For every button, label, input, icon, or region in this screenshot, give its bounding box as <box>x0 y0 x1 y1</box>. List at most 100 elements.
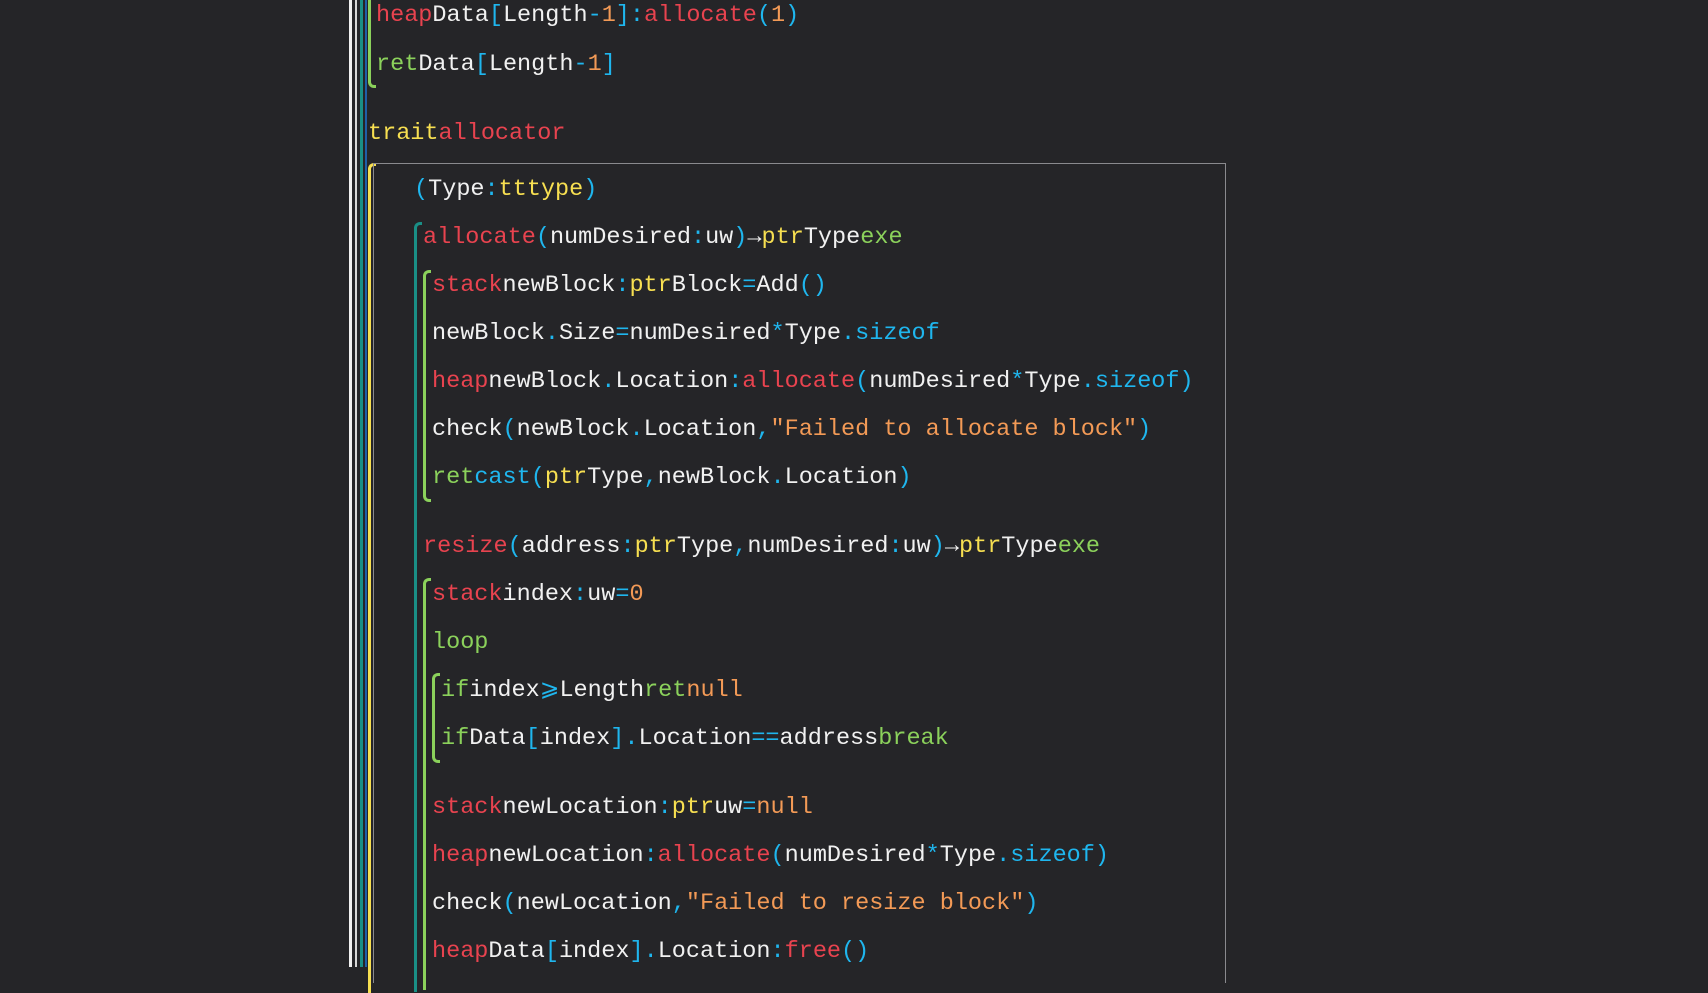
code-line[interactable]: newBlock.Size=numDesired*Type.sizeof <box>432 319 940 349</box>
code-token: : <box>629 2 645 29</box>
code-token: Block <box>671 272 743 299</box>
code-token: ret <box>432 464 475 491</box>
code-line[interactable]: ifData[index].Location==addressbreak <box>441 724 949 754</box>
code-token: allocate <box>644 2 757 29</box>
code-token: numDesired <box>629 320 771 347</box>
code-token: numDesired <box>549 224 691 251</box>
block-bracket-top <box>368 0 376 88</box>
code-line[interactable]: heapnewBlock.Location:allocate(numDesire… <box>432 367 1194 397</box>
code-token: Location <box>784 464 898 491</box>
code-token: Type <box>939 842 997 869</box>
code-editor[interactable]: heapData[Length-1]:allocate(1) retData[L… <box>0 0 1708 993</box>
code-token: 1 <box>770 2 786 29</box>
code-token: ( <box>535 224 550 251</box>
code-token: , <box>643 464 658 491</box>
code-token: : <box>728 368 743 395</box>
code-token: uw <box>587 581 616 608</box>
code-token: uw <box>714 794 743 821</box>
code-token: → <box>944 533 959 560</box>
code-token: [ <box>474 51 489 78</box>
code-token: uw <box>705 224 734 251</box>
code-line[interactable]: retcast(ptrType,newBlock.Location) <box>432 463 912 493</box>
code-token: ] <box>615 2 630 29</box>
code-token: numDesired <box>784 842 926 869</box>
code-line[interactable]: stacknewBlock:ptrBlock=Add() <box>432 271 827 301</box>
code-token: ) <box>897 464 912 491</box>
code-line[interactable]: heapData[Length-1]:allocate(1) <box>376 1 799 31</box>
code-token: ret <box>644 677 687 704</box>
code-line[interactable]: stacknewLocation:ptruw=null <box>432 793 813 823</box>
code-token: : <box>657 794 672 821</box>
code-token: ptr <box>958 533 1002 560</box>
code-line[interactable]: resize(address:ptrType,numDesired:uw)→pt… <box>423 532 1100 562</box>
code-token: index <box>502 581 574 608</box>
code-token: tttype <box>498 176 584 203</box>
code-token: null <box>756 794 813 821</box>
code-token: : <box>484 176 499 203</box>
code-token: ( <box>502 416 517 443</box>
code-token: ] <box>610 725 625 752</box>
code-token: newBlock <box>432 320 545 347</box>
code-token: allocate <box>742 368 856 395</box>
code-token: .sizeof <box>841 320 940 347</box>
code-line[interactable]: traitallocator <box>368 119 565 149</box>
code-token: Location <box>638 725 752 752</box>
code-token: . <box>624 725 639 752</box>
code-line[interactable]: stackindex:uw=0 <box>432 580 644 610</box>
code-token: , <box>671 890 686 917</box>
code-line[interactable]: heapData[index].Location:free() <box>432 937 869 967</box>
code-token: . <box>643 938 658 965</box>
code-line[interactable]: allocate(numDesired:uw)→ptrTypeexe <box>423 223 903 253</box>
code-token: index <box>558 938 630 965</box>
code-token: ) <box>785 2 800 29</box>
code-token: ] <box>629 938 644 965</box>
code-token: Data <box>418 51 475 78</box>
code-token: check <box>432 890 503 917</box>
code-token: loop <box>432 629 489 656</box>
code-token: * <box>925 842 940 869</box>
code-token: : <box>615 272 630 299</box>
code-token: [ <box>488 2 503 29</box>
code-token: 1 <box>587 51 602 78</box>
code-token: newLocation <box>488 842 644 869</box>
code-token: exe <box>1057 533 1101 560</box>
code-token: [ <box>544 938 559 965</box>
code-token: Type <box>803 224 861 251</box>
code-token: numDesired <box>869 368 1011 395</box>
code-token: allocate <box>423 224 536 251</box>
code-token: newBlock <box>488 368 602 395</box>
code-token: stack <box>432 272 503 299</box>
code-line[interactable]: ifindex⩾Lengthretnull <box>441 676 743 706</box>
code-token: ptr <box>671 794 715 821</box>
code-token: Location <box>657 938 771 965</box>
code-token: ( <box>770 842 785 869</box>
code-token: ( <box>502 890 517 917</box>
code-token: Type <box>1024 368 1081 395</box>
code-token: if <box>441 725 470 752</box>
code-line[interactable]: check(newBlock.Location,"Failed to alloc… <box>432 415 1151 445</box>
code-token: ) <box>1024 890 1039 917</box>
code-token: address <box>521 533 621 560</box>
code-token: heap <box>432 938 489 965</box>
code-token: ptr <box>634 533 677 560</box>
code-token: . <box>770 464 785 491</box>
code-token: uw <box>902 533 931 560</box>
code-line[interactable]: loop <box>432 628 488 658</box>
code-token: = <box>615 320 630 347</box>
code-token: ) <box>1137 416 1152 443</box>
code-token: newLocation <box>516 890 672 917</box>
code-token: * <box>770 320 785 347</box>
code-token: Length <box>559 677 645 704</box>
code-token: ptr <box>544 464 588 491</box>
code-line[interactable]: check(newLocation,"Failed to resize bloc… <box>432 889 1038 919</box>
code-token: () <box>841 938 870 965</box>
code-token: == <box>751 725 780 752</box>
code-line[interactable]: (Type:tttype) <box>414 175 597 205</box>
code-token: ) <box>733 224 748 251</box>
code-line[interactable]: retData[Length-1] <box>376 50 616 80</box>
code-line[interactable]: heapnewLocation:allocate(numDesired*Type… <box>432 841 1109 871</box>
code-token: : <box>620 533 635 560</box>
code-token: → <box>747 224 762 251</box>
gutter-guide-blue <box>365 0 367 967</box>
code-token: ( <box>414 176 429 203</box>
